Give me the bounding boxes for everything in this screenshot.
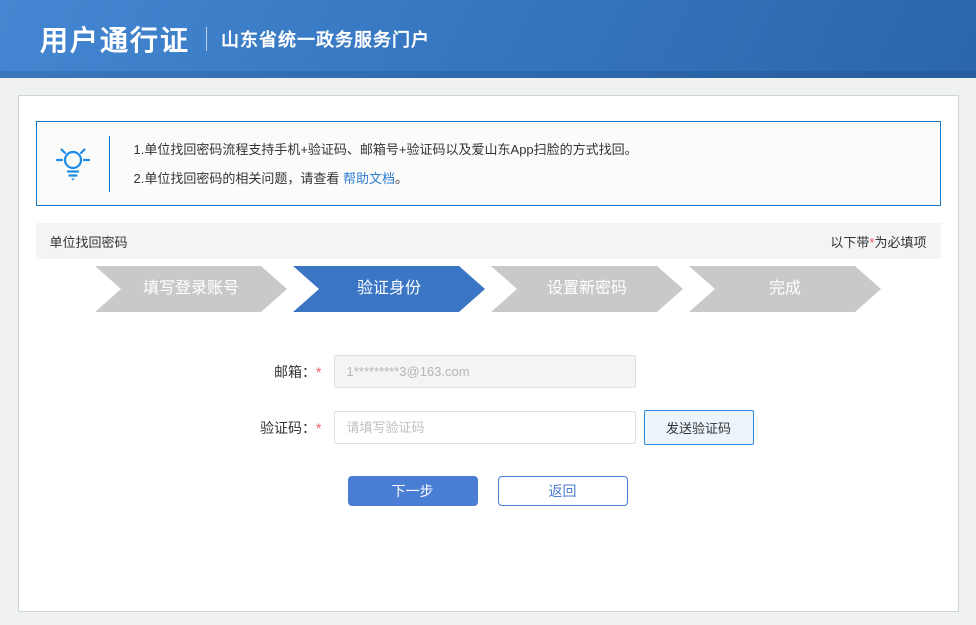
tip-box: 1.单位找回密码流程支持手机+验证码、邮箱号+验证码以及爱山东App扫脸的方式找… <box>35 121 941 206</box>
step-verify-identity: 验证身份 <box>293 266 485 312</box>
email-label: 邮箱：* <box>274 363 322 380</box>
tip-line-2: 2.单位找回密码的相关问题，请查看 帮助文档。 <box>133 170 409 186</box>
app-header: 用户通行证 山东省统一政务服务门户 <box>0 0 976 78</box>
section-title: 单位找回密码 <box>49 234 128 250</box>
header-divider <box>206 27 208 51</box>
action-buttons: 下一步 返回 <box>36 476 941 506</box>
main-card: 1.单位找回密码流程支持手机+验证码、邮箱号+验证码以及爱山东App扫脸的方式找… <box>17 95 959 612</box>
step-complete: 完成 <box>689 266 881 312</box>
email-required-asterisk: * <box>316 363 322 380</box>
tip-text: 1.单位找回密码流程支持手机+验证码、邮箱号+验证码以及爱山东App扫脸的方式找… <box>110 135 638 193</box>
section-bar: 单位找回密码 以下带*为必填项 <box>35 223 941 259</box>
step-set-new-password: 设置新密码 <box>491 266 683 312</box>
send-code-button[interactable]: 发送验证码 <box>643 410 754 445</box>
back-button[interactable]: 返回 <box>497 476 628 506</box>
captcha-label: 验证码：* <box>260 419 322 436</box>
portal-subtitle: 山东省统一政务服务门户 <box>221 30 431 50</box>
email-field <box>333 355 636 388</box>
email-row: 邮箱：* <box>36 355 941 388</box>
captcha-required-asterisk: * <box>316 419 322 436</box>
step-fill-account: 填写登录账号 <box>95 266 287 312</box>
captcha-row: 验证码：* 发送验证码 <box>36 410 941 445</box>
lightbulb-icon <box>37 146 109 182</box>
help-doc-link[interactable]: 帮助文档 <box>343 171 395 186</box>
required-note: 以下带*为必填项 <box>830 234 927 250</box>
captcha-input[interactable] <box>333 411 636 444</box>
verify-form: 邮箱：* 验证码：* 发送验证码 下一步 返回 <box>36 355 941 506</box>
app-title: 用户通行证 <box>40 25 191 56</box>
progress-steps: 填写登录账号 验证身份 设置新密码 完成 <box>36 266 941 312</box>
tip-line-1: 1.单位找回密码流程支持手机+验证码、邮箱号+验证码以及爱山东App扫脸的方式找… <box>133 141 638 157</box>
next-step-button[interactable]: 下一步 <box>347 476 478 506</box>
